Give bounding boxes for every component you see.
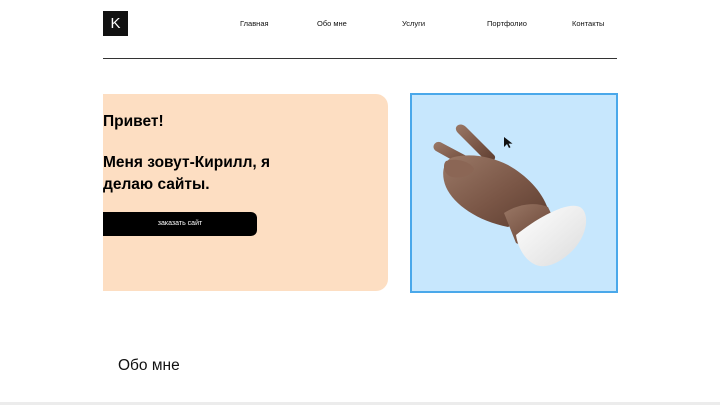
about-section-title: Обо мне [118,357,180,374]
hand-peace-icon [433,124,587,267]
nav-item-services[interactable]: Услуги [402,19,425,28]
mouse-cursor-icon [504,137,513,148]
hero-greeting: Привет! [103,113,164,130]
hero-image[interactable] [410,93,618,293]
site-logo[interactable]: K [103,11,128,36]
nav-item-contacts[interactable]: Контакты [572,19,604,28]
order-site-button[interactable]: заказать сайт [103,212,257,236]
header-divider [103,58,617,59]
nav-item-about[interactable]: Обо мне [317,19,347,28]
hero-intro: Меня зовут-Кирилл, я делаю сайты. [103,154,271,193]
nav-item-home[interactable]: Главная [240,19,269,28]
nav-item-portfolio[interactable]: Портфолио [487,19,527,28]
